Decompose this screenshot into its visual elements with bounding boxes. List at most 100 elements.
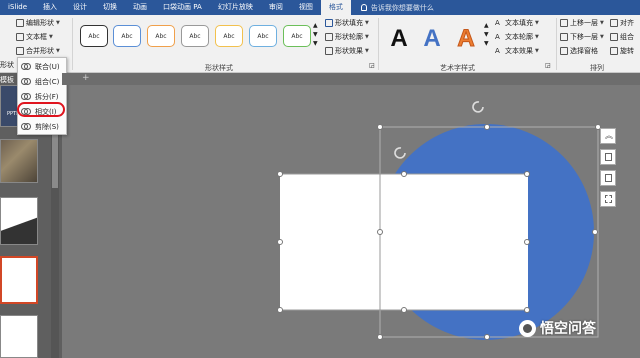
resize-handle[interactable] xyxy=(377,334,383,340)
tab-insert[interactable]: 插入 xyxy=(35,0,65,15)
group-button[interactable]: 组合 xyxy=(610,32,634,42)
text-box-button[interactable]: 文本框 ▼ xyxy=(16,32,53,42)
bring-forward-button[interactable]: 上移一层 ▼ xyxy=(560,18,604,28)
shape-style-3[interactable]: Abc xyxy=(147,25,175,47)
effects-icon xyxy=(325,47,333,55)
align-button[interactable]: 对齐 xyxy=(610,18,634,28)
resize-handle[interactable] xyxy=(401,171,407,177)
wordart-style-orange[interactable]: A xyxy=(453,25,479,53)
shape-style-6[interactable]: Abc xyxy=(249,25,277,47)
resize-handle[interactable] xyxy=(484,334,490,340)
shape-style-2[interactable]: Abc xyxy=(113,25,141,47)
slide-thumbnail-5[interactable] xyxy=(0,315,38,358)
tab-view[interactable]: 视图 xyxy=(291,0,321,15)
bring-forward-icon xyxy=(560,19,568,27)
shape-styles-group-label: 形状样式 xyxy=(205,64,233,72)
chevron-up-icon: ︽ xyxy=(605,131,613,140)
text-outline-icon: A xyxy=(495,33,500,41)
resize-handle[interactable] xyxy=(484,124,490,130)
chevron-down-icon: ▼ xyxy=(600,20,604,26)
text-effects-icon: A xyxy=(495,47,500,55)
resize-handle[interactable] xyxy=(592,229,598,235)
merge-shapes-label: 合并形状 xyxy=(26,47,54,55)
shape-styles-gallery-scroll[interactable]: ▲ ▼ ▼ xyxy=(313,21,318,48)
tab-review[interactable]: 审阅 xyxy=(261,0,291,15)
shape-style-4-label: Abc xyxy=(189,32,201,40)
tab-islide[interactable]: iSlide xyxy=(0,0,35,15)
group-label: 组合 xyxy=(620,33,634,41)
tab-slideshow[interactable]: 幻灯片放映 xyxy=(210,0,261,15)
resize-handle[interactable] xyxy=(401,307,407,313)
menu-item-union[interactable]: 联合(U) xyxy=(18,60,66,74)
tell-me-search[interactable]: 告诉我你想要做什么 xyxy=(360,3,434,13)
text-effects-button[interactable]: A 文本效果 ▼ xyxy=(495,46,539,56)
wordart-style-blue[interactable]: A xyxy=(419,25,445,53)
text-outline-button[interactable]: A 文本轮廓 ▼ xyxy=(495,32,539,42)
send-backward-button[interactable]: 下移一层 ▼ xyxy=(560,32,604,42)
add-icon[interactable]: + xyxy=(82,73,90,83)
wordart-gallery-scroll[interactable]: ▲ ▼ ▼ xyxy=(484,21,489,48)
shape-style-1[interactable]: Abc xyxy=(80,25,108,47)
shape-style-7[interactable]: Abc xyxy=(283,25,311,47)
selection-button[interactable] xyxy=(600,191,616,207)
resize-handle[interactable] xyxy=(524,307,530,313)
chevron-down-icon: ▼ xyxy=(365,34,369,40)
menu-item-subtract-label: 剪除(S) xyxy=(35,123,59,131)
collapse-button[interactable]: ︽ xyxy=(600,128,616,144)
menu-item-subtract[interactable]: 剪除(S) xyxy=(18,120,66,134)
lightbulb-icon xyxy=(360,4,367,11)
ribbon-tab-bar: iSlide 插入 设计 切换 动画 口袋动画 PA 幻灯片放映 审阅 视图 格… xyxy=(0,0,640,15)
selection-pane-button[interactable]: 选择窗格 xyxy=(560,46,598,56)
rotate-button[interactable]: 旋转 xyxy=(610,46,634,56)
shape-effects-button[interactable]: 形状效果 ▼ xyxy=(325,46,369,56)
dialog-launcher-icon: ◲ xyxy=(369,62,375,69)
chevron-down-icon: ▼ xyxy=(56,48,60,54)
shape-outline-button[interactable]: 形状轮廓 ▼ xyxy=(325,32,369,42)
text-fill-button[interactable]: A 文本填充 ▼ xyxy=(495,18,539,28)
tab-animations[interactable]: 动画 xyxy=(125,0,155,15)
merge-shapes-button[interactable]: 合并形状 ▼ xyxy=(16,46,60,56)
shape-style-7-label: Abc xyxy=(291,32,303,40)
resize-handle[interactable] xyxy=(377,124,383,130)
pane-label: 模板 xyxy=(0,76,14,84)
wordart-style-black[interactable]: A xyxy=(386,25,412,53)
slide-thumbnail-4-selected[interactable] xyxy=(0,256,38,304)
slide-thumbnail-3[interactable] xyxy=(0,197,38,245)
shape-style-2-label: Abc xyxy=(121,32,133,40)
menu-item-combine[interactable]: 组合(C) xyxy=(18,75,66,89)
shape-styles-dialog-launcher[interactable]: ◲ xyxy=(369,62,375,69)
separator xyxy=(378,18,379,70)
shape-style-6-label: Abc xyxy=(257,32,269,40)
tab-format[interactable]: 格式 xyxy=(320,0,351,15)
union-icon xyxy=(21,62,31,72)
rotate-handle-circle-icon[interactable] xyxy=(472,101,484,113)
resize-handle[interactable] xyxy=(524,171,530,177)
wukong-logo-icon xyxy=(519,319,536,337)
edit-shape-button[interactable]: 编辑形状 ▼ xyxy=(16,18,60,28)
layout-options-button[interactable] xyxy=(600,149,616,165)
shape-style-5-label: Abc xyxy=(223,32,235,40)
watermark: 悟空问答 xyxy=(519,318,596,338)
highlight-ring-intersect xyxy=(17,102,65,117)
rotate-handle-rect-icon[interactable] xyxy=(394,147,406,159)
send-backward-label: 下移一层 xyxy=(570,33,598,41)
shape-style-1-label: Abc xyxy=(88,32,100,40)
shape-style-5[interactable]: Abc xyxy=(215,25,243,47)
tab-pocket-animation[interactable]: 口袋动画 PA xyxy=(155,0,210,15)
tab-transitions[interactable]: 切换 xyxy=(95,0,125,15)
resize-handle[interactable] xyxy=(277,307,283,313)
slide-thumbnail-2[interactable] xyxy=(0,139,38,183)
tab-design[interactable]: 设计 xyxy=(65,0,95,15)
shape-fill-button[interactable]: 形状填充 ▼ xyxy=(325,18,369,28)
resize-handle[interactable] xyxy=(277,171,283,177)
shape-format-button[interactable] xyxy=(600,170,616,186)
resize-handle[interactable] xyxy=(277,239,283,245)
ribbon: 编辑形状 ▼ 文本框 ▼ 合并形状 ▼ 形状 Abc Abc Abc Abc Abc … xyxy=(0,15,640,73)
resize-handle[interactable] xyxy=(377,229,383,235)
white-rectangle-shape[interactable] xyxy=(280,174,528,310)
resize-handle[interactable] xyxy=(524,239,530,245)
shape-style-4[interactable]: Abc xyxy=(181,25,209,47)
selection-pane-icon xyxy=(560,47,568,55)
wordart-dialog-launcher[interactable]: ◲ xyxy=(545,62,551,69)
insert-shapes-group-label: 形状 xyxy=(0,60,14,70)
